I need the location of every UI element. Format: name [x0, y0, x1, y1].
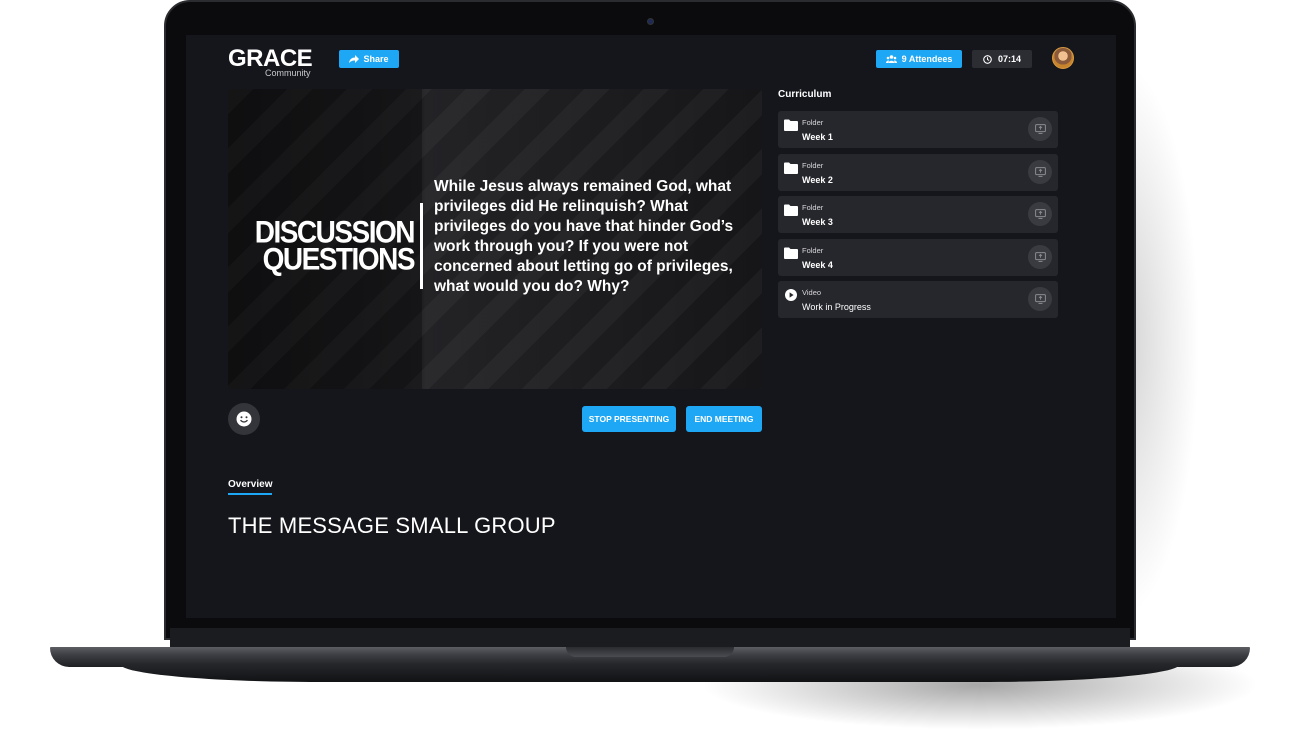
- curriculum-heading: Curriculum: [778, 89, 832, 100]
- presentation-slide: DISCUSSION QUESTIONS While Jesus always …: [228, 89, 762, 389]
- present-screen-icon: [1034, 294, 1046, 304]
- curriculum-item-type: Video: [802, 288, 822, 297]
- timer-value: 07:14: [997, 54, 1022, 64]
- present-screen-icon: [1034, 209, 1046, 219]
- folder-icon: [784, 204, 798, 216]
- curriculum-item-name: Week 1: [802, 132, 833, 142]
- curriculum-item-type: Folder: [802, 160, 824, 170]
- curriculum-item-week-3[interactable]: Folder Week 3: [778, 196, 1058, 233]
- folder-icon: [784, 247, 798, 259]
- camera-icon: [647, 18, 654, 25]
- share-label: Share: [363, 54, 389, 64]
- laptop-base-bottom: [120, 664, 1180, 682]
- share-arrow-icon: [349, 55, 360, 63]
- attendees-button[interactable]: 9 Attendees: [876, 50, 962, 68]
- curriculum-item-name: Week 2: [802, 174, 833, 185]
- slide-heading-line2: QUESTIONS: [262, 241, 416, 277]
- play-circle-icon: [785, 289, 797, 301]
- laptop-chin: [170, 628, 1130, 648]
- present-screen-icon: [1034, 124, 1046, 134]
- curriculum-item-type: Folder: [802, 203, 824, 212]
- group-title: THE MESSAGE SMALL GROUP: [228, 513, 556, 538]
- slide-divider: [420, 203, 423, 289]
- curriculum-list: Folder Week 1 Folder Week 2 Folder Week …: [778, 111, 1058, 324]
- attendees-label: 9 Attendees: [901, 54, 953, 64]
- present-button[interactable]: [1028, 117, 1052, 141]
- present-button[interactable]: [1028, 202, 1052, 226]
- laptop-mockup: GRACE Community Share 9 Attendees 07:14 …: [0, 0, 1300, 756]
- stop-presenting-button[interactable]: STOP PRESENTING: [582, 406, 676, 432]
- laptop-notch: [566, 647, 734, 657]
- tab-overview[interactable]: Overview: [228, 479, 273, 495]
- curriculum-item-name: Week 3: [802, 217, 833, 227]
- present-button[interactable]: [1028, 244, 1052, 269]
- curriculum-item-name: Work in Progress: [802, 302, 871, 312]
- present-screen-icon: [1034, 166, 1046, 177]
- smiley-icon: [236, 411, 252, 427]
- slide-body-text: While Jesus always remained God, what pr…: [434, 178, 734, 295]
- app-screen: GRACE Community Share 9 Attendees 07:14 …: [186, 35, 1116, 618]
- end-meeting-button[interactable]: END MEETING: [686, 406, 762, 432]
- curriculum-item-week-4[interactable]: Folder Week 4: [778, 238, 1058, 276]
- curriculum-item-type: Folder: [802, 118, 824, 127]
- meeting-timer: 07:14: [972, 50, 1032, 68]
- folder-icon: [784, 162, 798, 174]
- present-button[interactable]: [1028, 159, 1052, 184]
- curriculum-item-video[interactable]: Video Work in Progress: [778, 281, 1058, 318]
- slide-heading: DISCUSSION QUESTIONS: [254, 216, 416, 277]
- curriculum-item-week-1[interactable]: Folder Week 1: [778, 111, 1058, 148]
- logo-sub-text: Community: [265, 68, 311, 78]
- reaction-button[interactable]: [228, 403, 260, 435]
- present-screen-icon: [1034, 251, 1046, 262]
- present-button[interactable]: [1028, 287, 1052, 311]
- curriculum-item-week-2[interactable]: Folder Week 2: [778, 153, 1058, 191]
- folder-icon: [784, 119, 798, 131]
- clock-icon: [983, 54, 992, 64]
- user-avatar[interactable]: [1052, 47, 1074, 69]
- share-button[interactable]: Share: [339, 50, 399, 68]
- curriculum-item-type: Folder: [802, 245, 824, 255]
- curriculum-item-name: Week 4: [802, 259, 833, 270]
- grace-community-logo[interactable]: GRACE Community: [228, 45, 316, 79]
- people-icon: [885, 55, 897, 63]
